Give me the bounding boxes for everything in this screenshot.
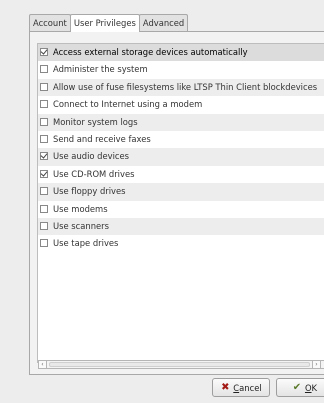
privilege-row[interactable]: Use audio devices <box>38 148 324 166</box>
privilege-row[interactable]: Connect to Internet using a modem <box>38 96 324 113</box>
tab-user-privileges[interactable]: User Privileges <box>69 14 140 32</box>
tab-advanced[interactable]: Advanced <box>138 14 189 31</box>
privilege-checkbox[interactable] <box>40 187 48 196</box>
privilege-row[interactable]: Use scanners <box>38 217 324 236</box>
cancel-button[interactable]: ✖ Cancel <box>212 378 270 397</box>
privilege-label: Send and receive faxes <box>53 133 151 144</box>
privilege-checkbox[interactable] <box>40 221 48 230</box>
scroll-thumb[interactable] <box>49 362 310 367</box>
tab-panel: Access external storage devices automati… <box>29 31 324 375</box>
cancel-label: Cancel <box>233 382 262 393</box>
tab-account[interactable]: Account <box>29 14 71 31</box>
privileges-list[interactable]: Access external storage devices automati… <box>37 43 324 363</box>
ok-label: OK <box>304 382 318 393</box>
privilege-row[interactable]: Use modems <box>38 201 324 218</box>
privilege-row[interactable]: Use CD-ROM drives <box>38 166 324 183</box>
privilege-label: Use modems <box>53 203 108 214</box>
privilege-row[interactable]: Send and receive faxes <box>38 131 324 148</box>
privilege-label: Monitor system logs <box>53 116 138 127</box>
ok-hand-icon: ✔ <box>292 381 302 393</box>
privilege-row[interactable]: Monitor system logs <box>38 113 324 131</box>
privilege-checkbox[interactable] <box>40 65 48 74</box>
privilege-label: Connect to Internet using a modem <box>53 99 203 110</box>
ok-button[interactable]: ✔ OK <box>276 378 324 397</box>
privilege-label: Administer the system <box>53 64 148 75</box>
privilege-row[interactable]: Administer the system <box>38 61 324 78</box>
horizontal-scrollbar[interactable]: ‹ › <box>38 360 324 369</box>
privilege-checkbox[interactable] <box>40 48 48 56</box>
privilege-checkbox[interactable] <box>40 152 48 161</box>
privilege-checkbox[interactable] <box>40 117 48 126</box>
privilege-checkbox[interactable] <box>40 134 48 143</box>
privilege-checkbox[interactable] <box>40 100 48 109</box>
privilege-checkbox[interactable] <box>40 204 48 213</box>
scroll-left-button[interactable]: ‹ <box>38 360 47 369</box>
privilege-checkbox[interactable] <box>40 169 48 178</box>
privilege-label: Allow use of fuse filesystems like LTSP … <box>53 81 318 92</box>
privilege-label: Access external storage devices automati… <box>53 47 248 57</box>
cancel-x-icon: ✖ <box>221 381 230 393</box>
privilege-row[interactable]: Allow use of fuse filesystems like LTSP … <box>38 78 324 97</box>
privilege-label: Use CD-ROM drives <box>53 168 135 179</box>
privilege-label: Use tape drives <box>53 238 119 249</box>
privilege-checkbox[interactable] <box>40 239 48 248</box>
privilege-label: Use scanners <box>53 220 109 231</box>
tab-bar: Account User Privileges Advanced <box>29 14 189 32</box>
scroll-right-button[interactable]: › <box>312 360 321 369</box>
privilege-label: Use audio devices <box>53 151 130 162</box>
privilege-row[interactable]: Access external storage devices automati… <box>38 44 324 62</box>
privilege-label: Use floppy drives <box>53 186 126 197</box>
privilege-row[interactable]: Use floppy drives <box>38 183 324 201</box>
privilege-row[interactable]: Use tape drives <box>38 235 324 252</box>
privilege-checkbox[interactable] <box>40 82 48 91</box>
user-privileges-dialog: Account User Privileges Advanced Access … <box>0 0 324 403</box>
